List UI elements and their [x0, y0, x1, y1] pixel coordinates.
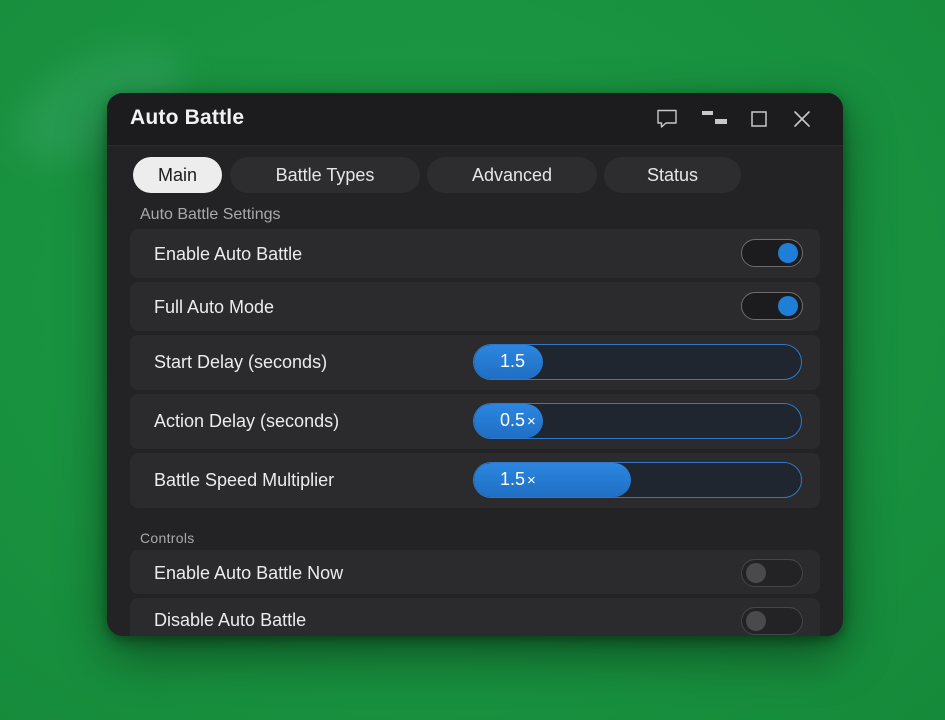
controls-section-title: Controls — [140, 530, 195, 546]
snap-layout-icon[interactable] — [701, 107, 727, 131]
slider-fill — [474, 463, 631, 497]
enable-auto-battle-now-row: Enable Auto Battle Now — [130, 550, 820, 594]
toggle-knob — [778, 296, 798, 316]
disable-auto-battle-row: Disable Auto Battle — [130, 598, 820, 636]
enable-auto-battle-row: Enable Auto Battle — [130, 229, 820, 278]
window-title: Auto Battle — [130, 106, 245, 129]
close-icon[interactable] — [790, 107, 814, 131]
start-delay-slider[interactable]: 1.5 — [473, 344, 802, 380]
toggle-knob — [746, 611, 766, 631]
full-auto-mode-label: Full Auto Mode — [154, 297, 275, 317]
battle-speed-label: Battle Speed Multiplier — [154, 470, 335, 490]
full-auto-mode-row: Full Auto Mode — [130, 282, 820, 331]
enable-auto-battle-label: Enable Auto Battle — [154, 244, 303, 264]
title-bar[interactable]: Auto Battle — [107, 93, 843, 146]
auto-battle-window: Auto Battle Main Battle Types Advanced S… — [107, 93, 843, 636]
start-delay-row: Start Delay (seconds) 1.5 — [130, 335, 820, 390]
disable-auto-battle-toggle[interactable] — [741, 607, 803, 635]
slider-value: 1.5 — [500, 351, 526, 371]
enable-auto-battle-toggle[interactable] — [741, 239, 803, 267]
disable-auto-battle-label: Disable Auto Battle — [154, 610, 307, 630]
chat-icon[interactable] — [655, 107, 679, 131]
maximize-icon[interactable] — [747, 107, 771, 131]
tab-battle-types[interactable]: Battle Types — [230, 157, 420, 193]
battle-speed-row: Battle Speed Multiplier 1.5 × — [130, 453, 820, 508]
settings-section-title: Auto Battle Settings — [140, 206, 281, 223]
tab-status[interactable]: Status — [604, 157, 741, 193]
toggle-knob — [746, 563, 766, 583]
battle-speed-slider[interactable]: 1.5 × — [473, 462, 802, 498]
tab-main[interactable]: Main — [133, 157, 222, 193]
enable-auto-battle-now-toggle[interactable] — [741, 559, 803, 587]
action-delay-row: Action Delay (seconds) 0.5 × — [130, 394, 820, 449]
action-delay-slider[interactable]: 0.5 × — [473, 403, 802, 439]
full-auto-mode-toggle[interactable] — [741, 292, 803, 320]
start-delay-label: Start Delay (seconds) — [154, 352, 328, 372]
enable-auto-battle-now-label: Enable Auto Battle Now — [154, 563, 344, 583]
tab-advanced[interactable]: Advanced — [427, 157, 597, 193]
toggle-knob — [778, 243, 798, 263]
slider-value: 1.5 × — [500, 469, 536, 489]
slider-value: 0.5 × — [500, 410, 536, 430]
action-delay-label: Action Delay (seconds) — [154, 411, 340, 431]
